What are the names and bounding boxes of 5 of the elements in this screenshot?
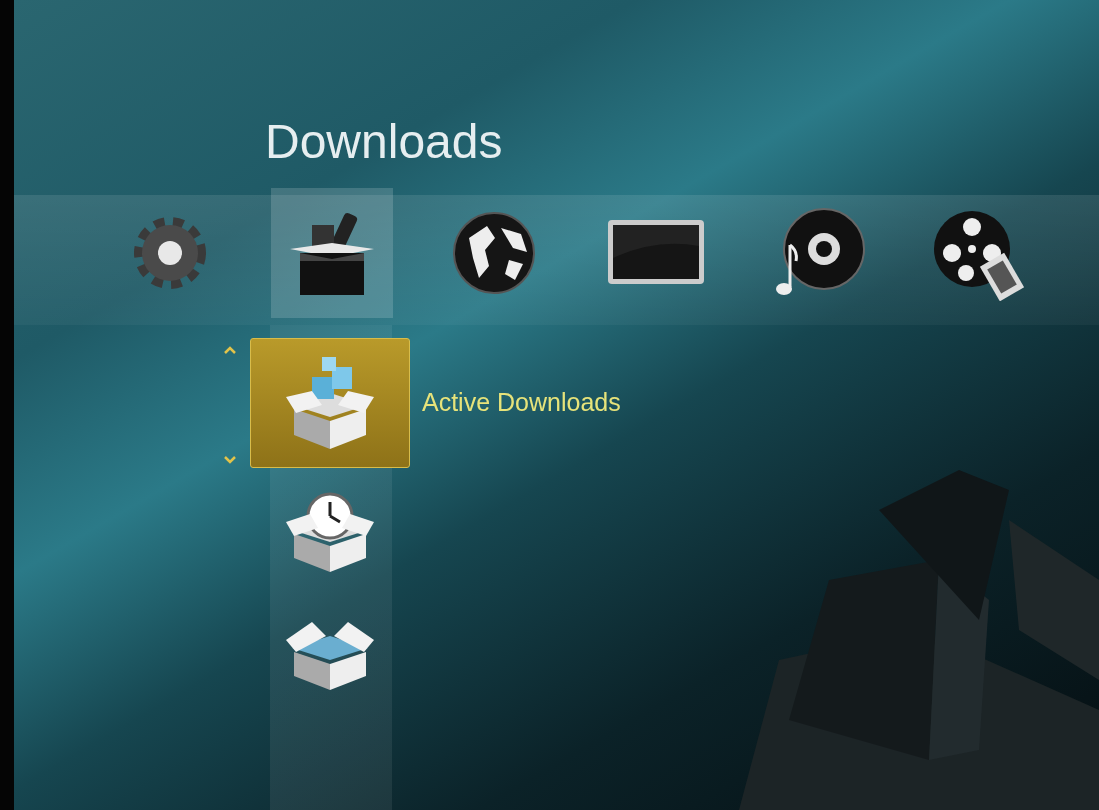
submenu-label: Active Downloads — [422, 387, 621, 419]
scroll-down-icon[interactable] — [224, 456, 236, 464]
category-tab[interactable] — [271, 188, 393, 318]
page-title: Downloads — [264, 114, 504, 166]
scroll-up-icon[interactable] — [224, 346, 236, 354]
